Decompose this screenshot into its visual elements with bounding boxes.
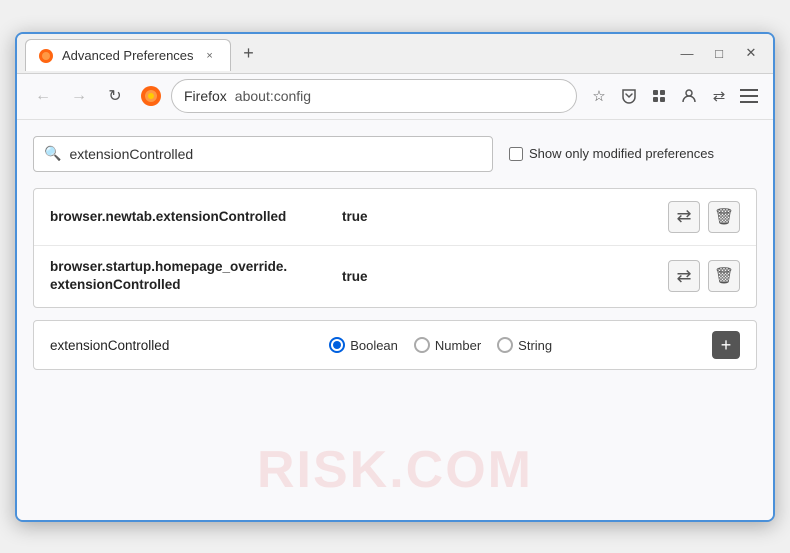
boolean-radio[interactable]: Boolean <box>329 337 398 353</box>
type-radio-group: Boolean Number String <box>185 337 696 353</box>
sync-icon[interactable]: ⇄ <box>705 82 733 110</box>
title-bar: Advanced Preferences × + — □ ✕ <box>17 34 773 74</box>
pocket-icon[interactable] <box>615 82 643 110</box>
string-radio-circle <box>497 337 513 353</box>
nav-icons: ☆ ⇄ <box>585 82 763 110</box>
trash-icon: 🗑 <box>714 207 734 227</box>
search-row: 🔍 Show only modified preferences <box>33 136 757 172</box>
window-controls: — □ ✕ <box>673 39 765 67</box>
firefox-logo <box>139 84 163 108</box>
reload-button[interactable]: ↻ <box>99 80 131 112</box>
tab-close-button[interactable]: × <box>202 48 218 64</box>
arrows-icon: ⇄ <box>676 266 691 287</box>
extensions-icon[interactable] <box>645 82 673 110</box>
boolean-label: Boolean <box>350 338 398 353</box>
show-modified-label[interactable]: Show only modified preferences <box>509 146 714 161</box>
new-tab-button[interactable]: + <box>235 39 263 67</box>
results-table: browser.newtab.extensionControlled true … <box>33 188 757 309</box>
add-preference-row: extensionControlled Boolean Number Strin… <box>33 320 757 370</box>
add-pref-name: extensionControlled <box>50 338 169 353</box>
pref-value-2: true <box>342 269 368 284</box>
search-input[interactable] <box>69 146 482 162</box>
firefox-label: Firefox <box>184 88 227 104</box>
pref-value-1: true <box>342 209 368 224</box>
menu-button[interactable] <box>735 82 763 110</box>
back-button[interactable]: ← <box>27 80 59 112</box>
table-row: browser.startup.homepage_override.extens… <box>34 246 756 308</box>
trash-icon: 🗑 <box>714 266 734 286</box>
search-box[interactable]: 🔍 <box>33 136 493 172</box>
number-radio-circle <box>414 337 430 353</box>
pref-name-1: browser.newtab.extensionControlled <box>50 209 330 224</box>
show-modified-checkbox[interactable] <box>509 147 523 161</box>
minimize-button[interactable]: — <box>673 39 701 67</box>
row-2-actions: ⇄ 🗑 <box>668 260 740 292</box>
tab-strip: Advanced Preferences × + <box>25 34 665 73</box>
toggle-button-2[interactable]: ⇄ <box>668 260 700 292</box>
search-icon: 🔍 <box>44 145 61 162</box>
string-label: String <box>518 338 552 353</box>
watermark: RISK.COM <box>257 440 533 500</box>
show-modified-text: Show only modified preferences <box>529 146 714 161</box>
boolean-radio-circle <box>329 337 345 353</box>
delete-button-2[interactable]: 🗑 <box>708 260 740 292</box>
add-plus-button[interactable]: + <box>712 331 740 359</box>
table-row: browser.newtab.extensionControlled true … <box>34 189 756 246</box>
active-tab[interactable]: Advanced Preferences × <box>25 39 231 71</box>
forward-button[interactable]: → <box>63 80 95 112</box>
delete-button-1[interactable]: 🗑 <box>708 201 740 233</box>
bookmark-icon[interactable]: ☆ <box>585 82 613 110</box>
close-button[interactable]: ✕ <box>737 39 765 67</box>
tab-favicon <box>38 48 54 64</box>
number-radio[interactable]: Number <box>414 337 481 353</box>
arrows-icon: ⇄ <box>676 206 691 227</box>
string-radio[interactable]: String <box>497 337 552 353</box>
row-1-actions: ⇄ 🗑 <box>668 201 740 233</box>
content-area: 🔍 Show only modified preferences browser… <box>17 120 773 520</box>
profile-icon[interactable] <box>675 82 703 110</box>
address-bar[interactable]: Firefox about:config <box>171 79 577 113</box>
nav-bar: ← → ↻ Firefox about:config ☆ <box>17 74 773 120</box>
pref-name-2: browser.startup.homepage_override.extens… <box>50 258 330 296</box>
toggle-button-1[interactable]: ⇄ <box>668 201 700 233</box>
browser-window: Advanced Preferences × + — □ ✕ ← → ↻ Fi <box>15 32 775 522</box>
tab-label: Advanced Preferences <box>62 48 194 63</box>
number-label: Number <box>435 338 481 353</box>
maximize-button[interactable]: □ <box>705 39 733 67</box>
address-text: about:config <box>235 88 311 104</box>
